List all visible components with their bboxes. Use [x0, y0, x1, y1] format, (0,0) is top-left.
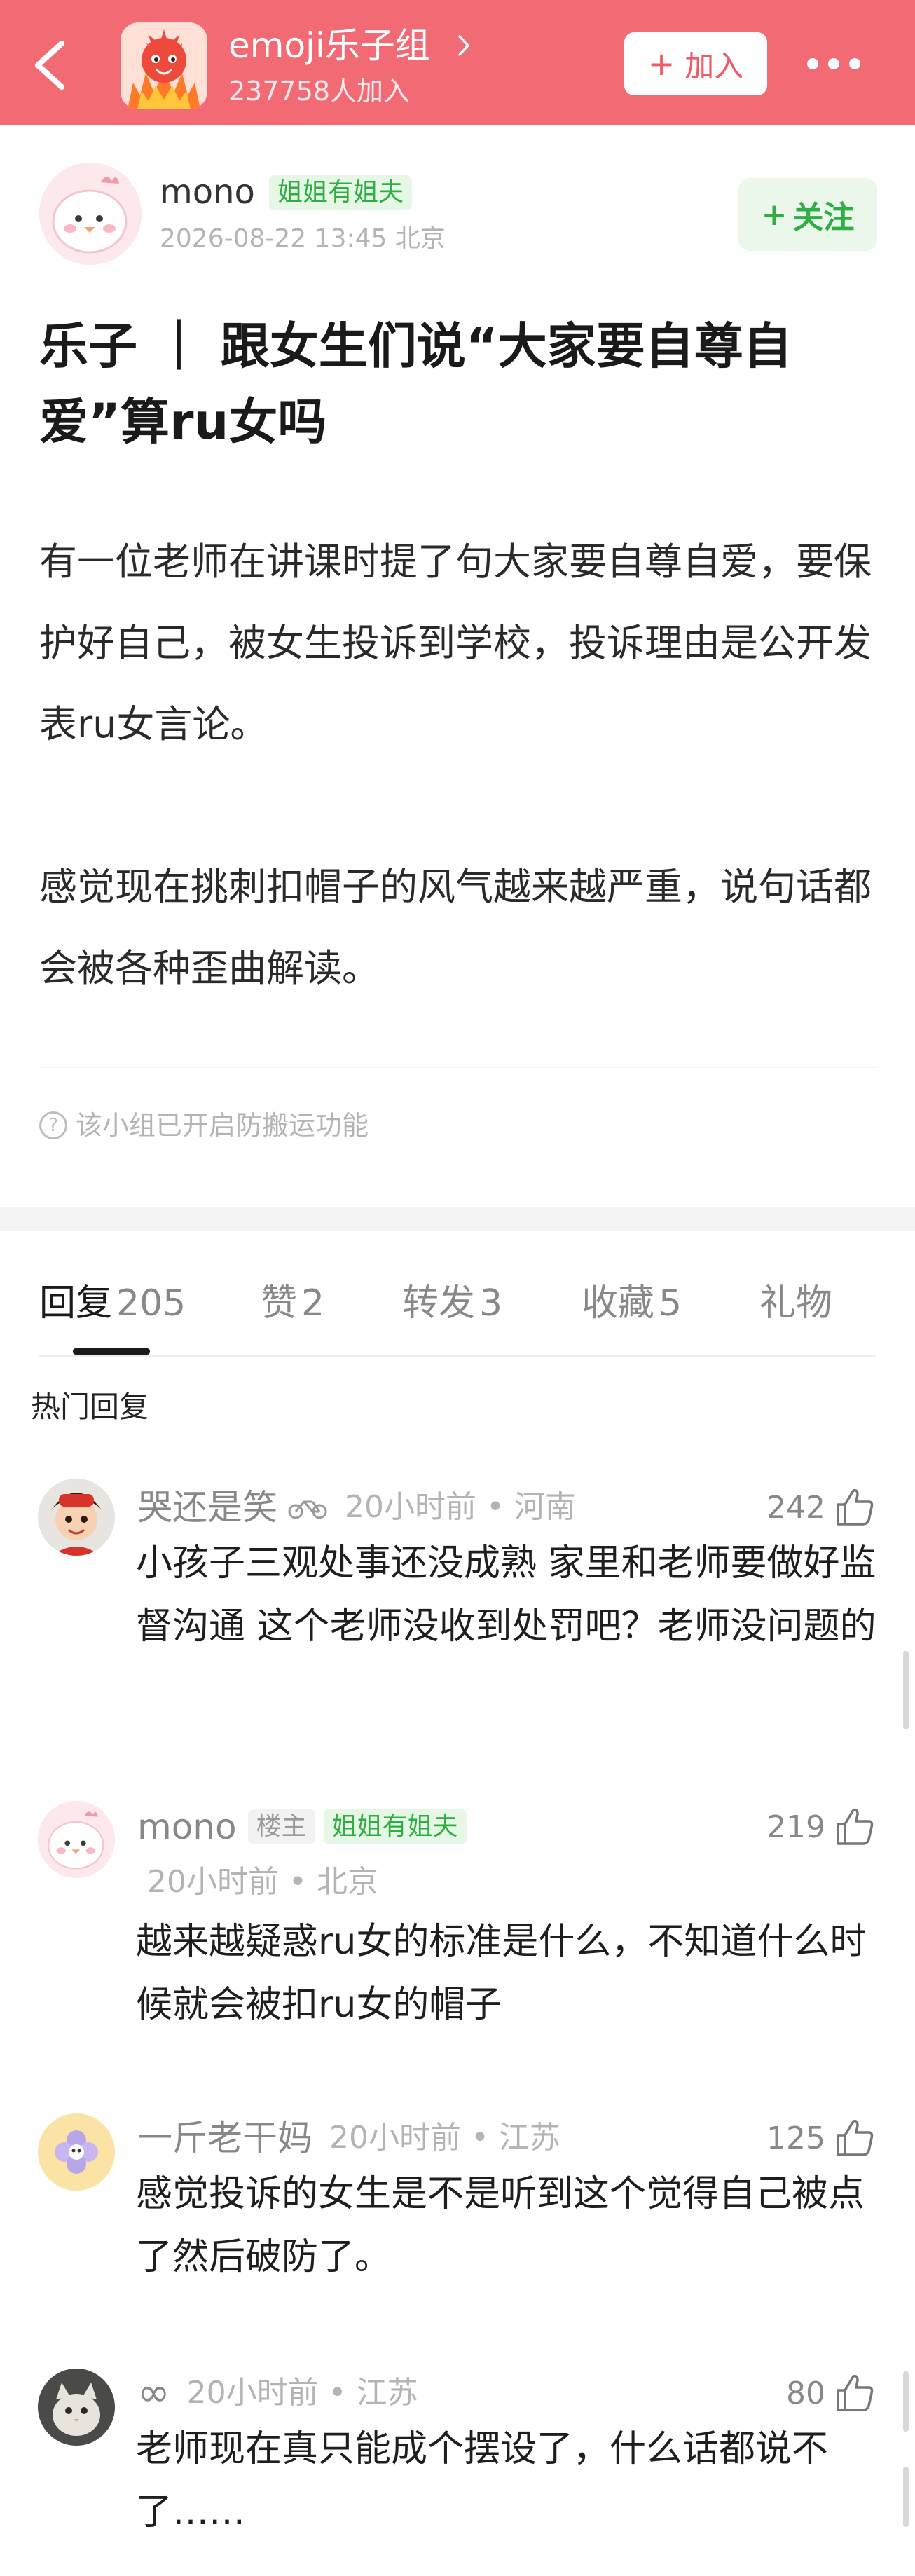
- hot-replies-heading: 热门回复: [31, 1390, 149, 1424]
- scrollbar-thumb[interactable]: [903, 2371, 909, 2432]
- post-body: 有一位老师在讲课时提了句大家要自尊自爱，要保护好自己，被女生投诉到学校，投诉理由…: [39, 521, 880, 1009]
- tab-replies[interactable]: 回复 205: [39, 1275, 186, 1331]
- bird-avatar-icon: [39, 163, 142, 265]
- tab-favorites[interactable]: 收藏 5: [582, 1275, 682, 1331]
- comment-text: 老师现在真只能成个摆设了，什么话都说不了……: [136, 2428, 829, 2533]
- comment-like-button[interactable]: 125: [766, 2113, 876, 2163]
- comment-header: 一斤老干妈 20小时前 • 江苏: [137, 2113, 560, 2163]
- like-count: 125: [766, 2120, 825, 2156]
- comment-time-location: 20小时前 • 北京: [147, 1864, 378, 1900]
- like-count: 242: [766, 1489, 825, 1526]
- tab-label: 收藏: [582, 1282, 655, 1324]
- commenter-name[interactable]: 一斤老干妈: [137, 2113, 312, 2163]
- group-member-count: 237758人加入: [228, 76, 411, 107]
- like-count: 80: [786, 2375, 825, 2411]
- scrollbar-thumb[interactable]: [903, 2467, 909, 2527]
- tab-label: 礼物: [759, 1282, 833, 1324]
- page: emoji乐子组 237758人加入 + 加入 mono 姐姐有姐夫 2026-…: [0, 0, 915, 2576]
- comment-header: ∞ 20小时前 • 江苏: [137, 2369, 418, 2418]
- user-badge: 姐姐有姐夫: [323, 1809, 467, 1844]
- post-paragraph: 有一位老师在讲课时提了句大家要自尊自爱，要保护好自己，被女生投诉到学校，投诉理由…: [39, 540, 872, 746]
- comment-like-button[interactable]: 80: [786, 2369, 876, 2418]
- commenter-avatar[interactable]: [38, 2369, 115, 2446]
- back-button[interactable]: [27, 34, 76, 97]
- plus-icon: +: [647, 45, 675, 83]
- group-name[interactable]: emoji乐子组: [228, 21, 430, 70]
- comment-header: mono 楼主 姐姐有姐夫: [137, 1802, 467, 1851]
- like-count: 219: [766, 1809, 825, 1845]
- commenter-avatar[interactable]: [38, 1801, 115, 1878]
- flower-avatar-icon: [38, 2113, 115, 2191]
- post-title: 乐子 ｜ 跟女生们说“大家要自尊自爱”算ru女吗: [39, 317, 792, 451]
- divider: [39, 1067, 876, 1068]
- tab-gifts[interactable]: 礼物: [759, 1275, 832, 1331]
- thumbs-up-icon: [837, 1488, 874, 1526]
- follow-button[interactable]: + 关注: [738, 178, 877, 251]
- author-badge: 姐姐有姐夫: [269, 175, 413, 210]
- cartoon-boy-avatar-icon: [38, 1479, 115, 1556]
- post-paragraph: 感觉现在挑刺扣帽子的风气越来越严重，说句话都会被各种歪曲解读。: [39, 865, 872, 990]
- flame-mascot-icon: [121, 22, 207, 109]
- group-header: emoji乐子组 237758人加入 + 加入: [0, 0, 915, 125]
- thumbs-up-icon: [837, 2119, 874, 2156]
- chevron-right-icon[interactable]: [455, 32, 472, 59]
- op-tag: 楼主: [247, 1809, 315, 1844]
- tab-label: 转发: [402, 1282, 476, 1324]
- more-dots-icon: [807, 58, 860, 69]
- section-separator: [0, 1207, 915, 1231]
- plus-icon: +: [761, 196, 787, 233]
- question-circle-icon: ?: [39, 1111, 67, 1139]
- comment-like-button[interactable]: 219: [766, 1802, 876, 1851]
- join-button-label: 加入: [684, 48, 744, 83]
- join-group-button[interactable]: + 加入: [624, 32, 767, 95]
- author-avatar[interactable]: [39, 163, 142, 265]
- thumbs-up-icon: [837, 1808, 874, 1845]
- cat-photo-avatar-icon: [38, 2369, 115, 2446]
- tab-reposts[interactable]: 转发 3: [402, 1275, 502, 1331]
- comment-header: 哭还是笑 20小时前 • 河南: [137, 1483, 576, 1532]
- bicycle-icon: [288, 1500, 327, 1519]
- bird-avatar-icon: [38, 1801, 115, 1878]
- post-timestamp-location: 2026-08-22 13:45 北京: [160, 224, 446, 253]
- tab-count: 205: [116, 1282, 186, 1324]
- commenter-name[interactable]: 哭还是笑: [137, 1483, 277, 1532]
- thumbs-up-icon: [837, 2374, 874, 2411]
- comment-text: 小孩子三观处事还没成熟 家里和老师要做好监督沟通 这个老师没收到处罚吧？老师没问…: [136, 1542, 876, 1647]
- notice-text: 该小组已开启防搬运功能: [76, 1110, 369, 1141]
- commenter-name[interactable]: mono: [137, 1802, 237, 1851]
- comment-text: 越来越疑惑ru女的标准是什么，不知道什么时候就会被扣ru女的帽子: [136, 1921, 867, 2026]
- tab-label: 回复: [39, 1282, 113, 1324]
- anti-repost-notice: ? 该小组已开启防搬运功能: [39, 1104, 369, 1146]
- comment-time-location: 20小时前 • 江苏: [186, 2375, 418, 2411]
- active-tab-indicator: [73, 1348, 150, 1355]
- group-logo[interactable]: [121, 22, 207, 109]
- tab-likes[interactable]: 赞2: [261, 1275, 324, 1331]
- tab-label: 赞: [261, 1282, 298, 1324]
- scrollbar-thumb[interactable]: [903, 1651, 909, 1729]
- divider: [39, 1355, 876, 1357]
- comment-like-button[interactable]: 242: [766, 1483, 876, 1532]
- tab-count: 3: [479, 1282, 503, 1324]
- comment-time-location: 20小时前 • 江苏: [329, 2120, 560, 2156]
- more-options-button[interactable]: [804, 53, 863, 74]
- comment-text: 感觉投诉的女生是不是听到这个觉得自己被点了然后破防了。: [136, 2173, 865, 2278]
- commenter-avatar[interactable]: [38, 2113, 115, 2191]
- follow-button-label: 关注: [792, 200, 855, 235]
- commenter-name[interactable]: ∞: [137, 2369, 170, 2418]
- comment-time-location: 20小时前 • 河南: [345, 1489, 576, 1525]
- back-arrow-icon: [35, 41, 64, 90]
- tab-count: 5: [659, 1282, 682, 1324]
- author-name[interactable]: mono: [160, 170, 255, 214]
- tab-count: 2: [301, 1282, 325, 1324]
- commenter-avatar[interactable]: [38, 1479, 115, 1556]
